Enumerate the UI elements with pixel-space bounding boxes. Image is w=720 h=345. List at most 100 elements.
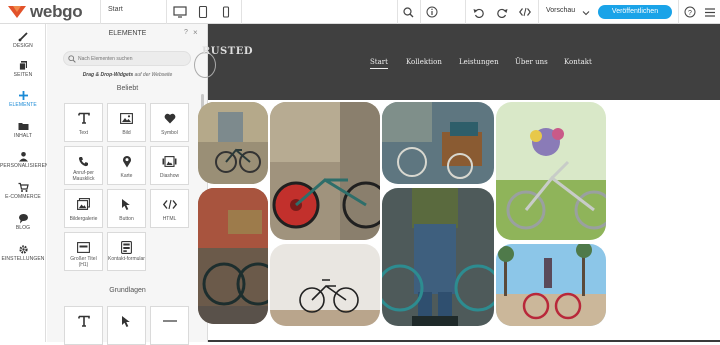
widget-label: Kontakt-formular bbox=[108, 256, 145, 262]
nav-start[interactable]: Start bbox=[370, 58, 388, 69]
sidebar-item-einstellungen[interactable]: Einstellungen bbox=[0, 239, 46, 267]
svg-text:?: ? bbox=[688, 10, 692, 17]
widget-kontaktformular[interactable]: Kontakt-formular bbox=[107, 232, 146, 271]
widget-symbol[interactable]: Symbol bbox=[150, 103, 189, 142]
sidebar-item-personalisieren[interactable]: Personalisieren bbox=[0, 146, 49, 174]
close-icon[interactable]: × bbox=[193, 28, 198, 37]
photo-bike-suitcases[interactable] bbox=[382, 102, 494, 184]
widget-button[interactable]: Button bbox=[107, 189, 146, 228]
widget-divider[interactable] bbox=[150, 306, 189, 345]
separator bbox=[397, 0, 398, 24]
photo-bike-wall[interactable] bbox=[198, 102, 268, 184]
widget-label: Karte bbox=[120, 173, 133, 179]
panel-help-button[interactable]: ? bbox=[184, 29, 188, 36]
nav-leistungen[interactable]: Leistungen bbox=[459, 58, 499, 66]
sidebar-item-elemente[interactable]: Elemente bbox=[0, 85, 46, 113]
cart-icon bbox=[0, 180, 46, 194]
widget-text[interactable]: Text bbox=[64, 103, 103, 142]
separator bbox=[678, 0, 679, 24]
brush-icon bbox=[0, 29, 46, 43]
widget-grosser-titel[interactable]: Großer Titel (H1) bbox=[64, 232, 103, 271]
text-icon bbox=[65, 314, 102, 328]
sidebar-item-inhalt[interactable]: Inhalt bbox=[0, 116, 46, 144]
title-icon bbox=[65, 240, 102, 254]
map-pin-icon bbox=[108, 154, 145, 168]
section-title-beliebt: Beliebt bbox=[116, 85, 139, 92]
widget-label: Diashow bbox=[159, 173, 180, 179]
help-icon[interactable]: ? bbox=[682, 4, 698, 20]
separator bbox=[420, 0, 421, 24]
widget-diashow[interactable]: Diashow bbox=[150, 146, 189, 185]
redo-icon[interactable] bbox=[494, 4, 510, 20]
widget-karte[interactable]: Karte bbox=[107, 146, 146, 185]
photo-bike-basket[interactable] bbox=[198, 188, 268, 324]
search-icon bbox=[68, 55, 76, 63]
widget-label: Anruf-per Mausklick bbox=[72, 170, 95, 182]
photo-bike-white-wall[interactable] bbox=[270, 244, 380, 326]
editor-canvas[interactable]: RUSTED Start Kollektion Leistungen Über … bbox=[194, 24, 720, 342]
sidebar-item-label: E-Commerce bbox=[5, 194, 41, 200]
photo-bike-beach[interactable] bbox=[496, 244, 606, 326]
widget-anruf-per-mausklick[interactable]: Anruf-per Mausklick bbox=[64, 146, 103, 185]
desktop-icon[interactable] bbox=[172, 4, 188, 20]
widget-bild[interactable]: Bild bbox=[107, 103, 146, 142]
logo-text: webgo bbox=[30, 2, 83, 21]
user-icon bbox=[0, 149, 46, 163]
widget-text[interactable] bbox=[64, 306, 103, 345]
widget-html[interactable]: HTML bbox=[150, 189, 189, 228]
text-icon bbox=[65, 111, 102, 125]
widget-label: Text bbox=[78, 130, 89, 136]
menu-icon[interactable] bbox=[702, 4, 718, 20]
publish-button[interactable]: Veröffentlichen bbox=[598, 5, 672, 19]
separator bbox=[538, 0, 539, 24]
photo-person-bike[interactable] bbox=[382, 188, 494, 326]
search-icon[interactable] bbox=[400, 4, 416, 20]
nav-ueber-uns[interactable]: Über uns bbox=[515, 58, 548, 66]
sidebar-item-label: Einstellungen bbox=[1, 256, 45, 262]
form-icon bbox=[108, 240, 145, 254]
sidebar-item-label: Seiten bbox=[13, 72, 33, 78]
webgo-logo[interactable]: webgo bbox=[8, 2, 83, 22]
chevron-down-icon[interactable] bbox=[578, 5, 594, 21]
undo-icon[interactable] bbox=[470, 4, 486, 20]
widget-bildergalerie[interactable]: Bildergalerie bbox=[64, 189, 103, 228]
speech-bubble-icon bbox=[0, 211, 46, 225]
sidebar-item-blog[interactable]: Blog bbox=[0, 208, 46, 236]
nav-kollektion[interactable]: Kollektion bbox=[406, 58, 442, 66]
slideshow-icon bbox=[151, 154, 188, 168]
nav-kontakt[interactable]: Kontakt bbox=[564, 58, 592, 66]
site-brand: RUSTED bbox=[202, 46, 253, 57]
photo-bike-flowers[interactable] bbox=[496, 102, 606, 240]
heart-icon bbox=[151, 111, 188, 125]
phone-icon[interactable] bbox=[218, 4, 234, 20]
tablet-icon[interactable] bbox=[195, 4, 211, 20]
preview-button[interactable]: Vorschau bbox=[546, 7, 575, 14]
logo-mark-icon bbox=[8, 6, 26, 18]
gallery-icon bbox=[65, 197, 102, 211]
element-search-input[interactable] bbox=[78, 53, 188, 65]
hint-bold: Drag & Drop-Widgets bbox=[82, 72, 134, 78]
current-page-label[interactable]: Start bbox=[108, 6, 123, 13]
hint-rest: auf der Webseite bbox=[133, 72, 173, 78]
main-sidebar: Design Seiten Elemente Inhalt Personalis… bbox=[0, 24, 49, 342]
sidebar-item-seiten[interactable]: Seiten bbox=[0, 55, 46, 83]
image-icon bbox=[108, 111, 145, 125]
separator bbox=[100, 0, 101, 24]
code-icon[interactable] bbox=[517, 4, 533, 20]
photo-bike-red-wheel[interactable] bbox=[270, 102, 380, 240]
widget-label: Button bbox=[119, 216, 134, 222]
separator bbox=[241, 0, 242, 24]
sidebar-item-e-commerce[interactable]: E-Commerce bbox=[0, 177, 46, 205]
element-search[interactable] bbox=[63, 51, 191, 66]
sidebar-item-label: Personalisieren bbox=[0, 163, 49, 169]
widget-button[interactable] bbox=[107, 306, 146, 345]
section-title-grundlagen: Grundlagen bbox=[109, 287, 146, 294]
widget-label: Bildergalerie bbox=[69, 216, 98, 222]
sidebar-item-design[interactable]: Design bbox=[0, 26, 46, 54]
widget-label: HTML bbox=[162, 216, 177, 222]
separator bbox=[465, 0, 466, 24]
phone-call-icon bbox=[65, 154, 102, 168]
info-icon[interactable] bbox=[424, 4, 440, 20]
widget-label: Bild bbox=[122, 130, 131, 136]
site-header: RUSTED Start Kollektion Leistungen Über … bbox=[194, 24, 720, 100]
